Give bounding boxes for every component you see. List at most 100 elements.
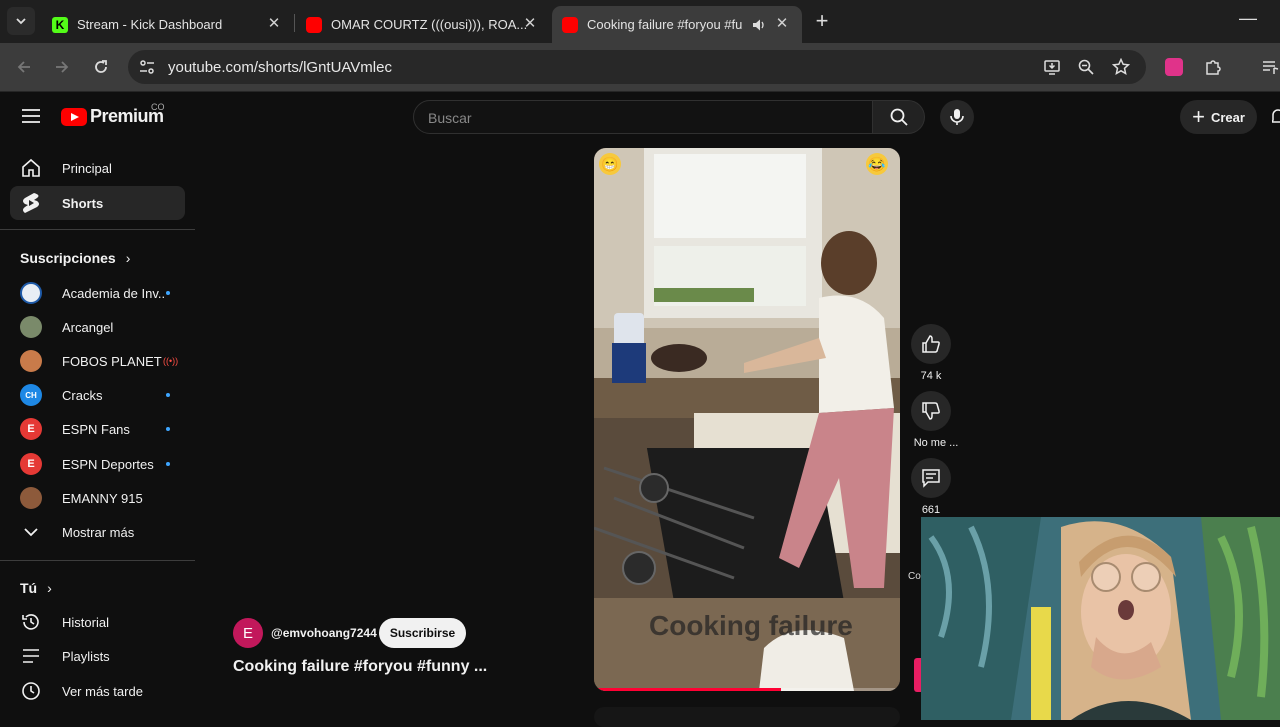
partial-red-button[interactable] [914, 658, 921, 692]
guide-sidebar: Principal Shorts Suscripciones › Academi… [0, 142, 195, 720]
subscription-label: EMANNY 915 [62, 490, 143, 506]
bookmark-button[interactable] [1107, 53, 1135, 81]
site-settings-icon[interactable] [138, 58, 156, 76]
channel-avatar [20, 282, 42, 304]
media-controls-button[interactable] [1256, 53, 1280, 81]
url-text: youtube.com/shorts/lGntUAVmlec [168, 59, 392, 76]
laughing-emoji-icon: 😂 [866, 153, 888, 175]
short-title[interactable]: Cooking failure #foryou #funny ... [233, 658, 487, 676]
subscription-item[interactable]: EMANNY 915 [10, 481, 185, 515]
sidebar-divider [0, 229, 195, 230]
reload-button[interactable] [87, 53, 115, 81]
subscription-item[interactable]: Arcangel [10, 310, 185, 344]
star-icon [1112, 58, 1130, 76]
notifications-bell-icon[interactable] [1272, 108, 1280, 126]
chevron-down-icon [20, 521, 42, 543]
like-count: 74 k [920, 370, 942, 382]
tab-search-button[interactable] [7, 7, 35, 35]
sidebar-item-label: Shorts [62, 195, 104, 211]
browser-toolbar: youtube.com/shorts/lGntUAVmlec [0, 43, 1280, 92]
sidebar-item-principal[interactable]: Principal [10, 151, 185, 185]
browser-tab-omar-courtz[interactable]: OMAR COURTZ (((ousi))), ROA... ✕ [296, 6, 550, 43]
subscription-label: Academia de Inv... [62, 285, 166, 301]
chevron-right-icon: › [47, 580, 52, 596]
new-tab-button[interactable]: + [810, 10, 834, 34]
browser-tab-strip: K Stream - Kick Dashboard ✕ OMAR COURTZ … [0, 0, 1280, 43]
next-short-preview[interactable] [594, 707, 900, 727]
channel-avatar[interactable]: E [233, 618, 263, 648]
browser-tab-cooking-failure[interactable]: Cooking failure #foryou #fu ✕ [552, 6, 802, 43]
extensions-menu-button[interactable] [1199, 53, 1227, 81]
comment-count: 661 [921, 504, 941, 516]
subscription-label: Cracks [62, 387, 103, 403]
new-content-dot [166, 427, 170, 431]
dislike-button[interactable] [911, 391, 951, 431]
home-icon [20, 157, 42, 179]
address-bar[interactable]: youtube.com/shorts/lGntUAVmlec [128, 50, 1146, 84]
kick-icon: K [52, 16, 68, 33]
new-content-dot [166, 462, 170, 466]
close-icon[interactable]: ✕ [522, 16, 538, 32]
sidebar-item-label: Principal [62, 160, 112, 176]
back-button[interactable] [10, 53, 38, 81]
subscriptions-heading[interactable]: Suscripciones › [20, 250, 130, 266]
zoom-icon [1078, 59, 1094, 75]
comment-icon [922, 469, 940, 488]
sidebar-item-ver-mas-tarde[interactable]: Ver más tarde [10, 674, 185, 708]
arrow-left-icon [17, 61, 30, 73]
thumbs-down-icon [922, 402, 940, 420]
country-code: CO [151, 102, 165, 112]
youtube-premium-logo[interactable]: Premium CO [61, 102, 165, 127]
youtube-icon [562, 16, 578, 33]
new-content-dot [166, 291, 170, 295]
show-more-button[interactable]: Mostrar más [10, 515, 185, 549]
live-icon: ((•)) [163, 356, 179, 366]
sidebar-item-playlists[interactable]: Playlists [10, 639, 185, 673]
browser-tab-kick[interactable]: K Stream - Kick Dashboard ✕ [42, 6, 294, 43]
subscription-item[interactable]: FOBOS PLANET ((•)) [10, 344, 185, 378]
minimize-window-button[interactable]: — [1238, 9, 1258, 29]
hamburger-menu-icon[interactable] [21, 108, 41, 124]
channel-avatar: E [20, 453, 42, 475]
extension-button[interactable] [1160, 53, 1188, 81]
channel-avatar [20, 350, 42, 372]
chevron-down-icon [16, 18, 26, 25]
sidebar-item-historial[interactable]: Historial [10, 605, 185, 639]
subscription-item[interactable]: E ESPN Deportes [10, 447, 185, 481]
extension-icon [1165, 58, 1183, 76]
arrow-right-icon [56, 61, 69, 73]
comments-button[interactable] [911, 458, 951, 498]
sidebar-divider [0, 560, 195, 561]
install-app-button[interactable] [1038, 53, 1066, 81]
thumbs-up-icon [922, 335, 940, 353]
you-heading[interactable]: Tú › [20, 580, 52, 596]
channel-handle[interactable]: @emvohoang7244 [271, 626, 377, 640]
zoom-button[interactable] [1072, 53, 1100, 81]
microphone-icon [950, 109, 964, 125]
voice-search-button[interactable] [940, 100, 974, 134]
like-button[interactable] [911, 324, 951, 364]
sidebar-item-shorts[interactable]: Shorts [10, 186, 185, 220]
partial-action-label: Co [908, 571, 921, 582]
subscription-label: ESPN Fans [62, 421, 130, 437]
playlists-icon [20, 645, 42, 667]
subscribe-button[interactable]: Suscribirse [379, 618, 466, 648]
subscription-label: Arcangel [62, 319, 114, 335]
create-button[interactable]: + Crear [1180, 100, 1257, 134]
close-icon[interactable]: ✕ [774, 16, 790, 32]
channel-avatar: CH [20, 384, 42, 406]
subscription-item[interactable]: E ESPN Fans [10, 412, 185, 446]
close-icon[interactable]: ✕ [266, 16, 282, 32]
forward-button[interactable] [48, 53, 76, 81]
search-button[interactable] [873, 100, 925, 134]
search-input[interactable]: Buscar [413, 100, 873, 134]
channel-avatar [20, 487, 42, 509]
subscription-item[interactable]: Academia de Inv... [10, 276, 185, 310]
youtube-play-icon [61, 107, 87, 126]
subscription-item[interactable]: CH Cracks [10, 378, 185, 412]
speaker-icon[interactable] [752, 18, 766, 32]
youtube-icon [306, 16, 322, 33]
short-video-player[interactable]: 😁 😂 Cooking failure [594, 148, 900, 691]
create-label: Crear [1210, 109, 1245, 125]
channel-avatar [20, 316, 42, 338]
